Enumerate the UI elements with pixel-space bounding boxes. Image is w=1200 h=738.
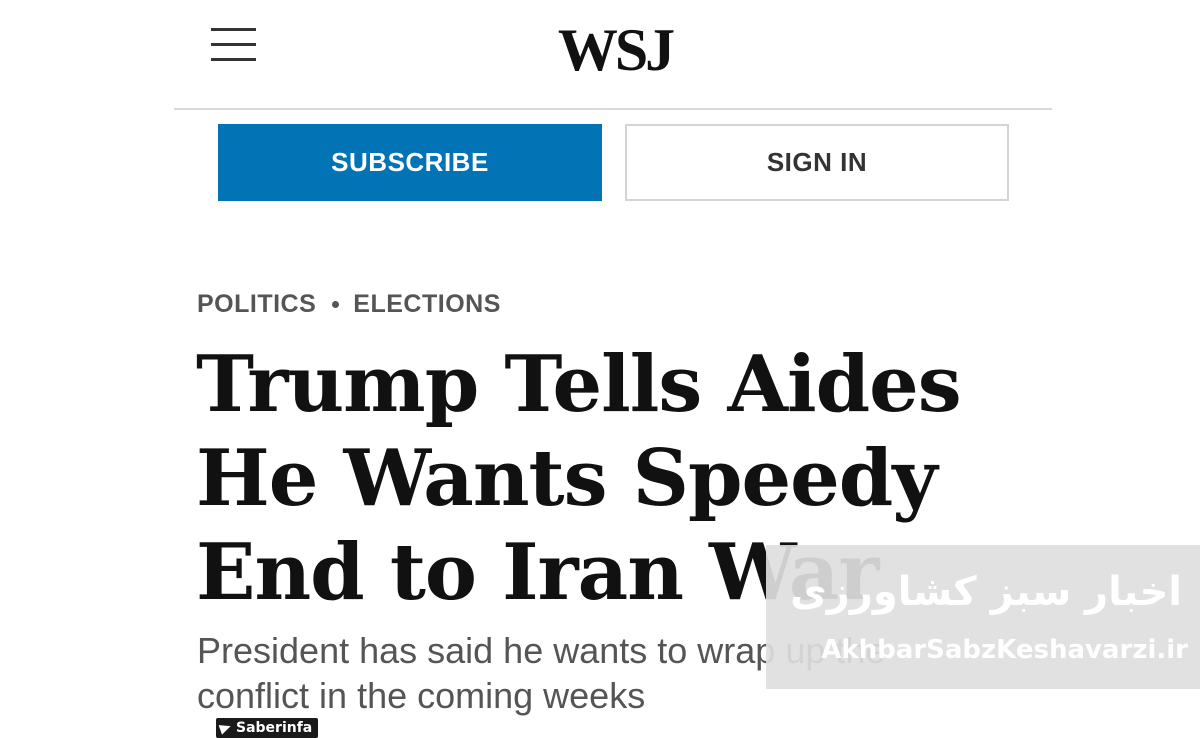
telegram-icon xyxy=(218,721,233,735)
subscribe-button[interactable]: SUBSCRIBE xyxy=(218,124,602,201)
hamburger-menu-icon[interactable] xyxy=(208,24,258,66)
channel-tag-label: Saberinfa xyxy=(236,720,313,736)
breadcrumb-elections[interactable]: ELECTIONS xyxy=(353,290,501,319)
wsj-logo[interactable]: WSJ xyxy=(540,12,690,88)
menu-bar xyxy=(211,28,256,31)
watermark-overlay: اخبار سبز کشاورزی AkhbarSabzKeshavarzi.i… xyxy=(766,545,1200,689)
menu-bar xyxy=(211,58,256,61)
breadcrumb-politics[interactable]: POLITICS xyxy=(197,290,316,319)
menu-bar xyxy=(211,43,256,46)
watermark-title: اخبار سبز کشاورزی xyxy=(790,569,1182,615)
breadcrumb: POLITICS ELECTIONS xyxy=(197,286,501,322)
headline-line: He Wants Speedy xyxy=(196,433,938,524)
channel-tag: Saberinfa xyxy=(216,718,319,738)
header-divider xyxy=(174,108,1052,110)
breadcrumb-separator xyxy=(332,300,340,308)
article-page: WSJ SUBSCRIBE SIGN IN POLITICS ELECTIONS… xyxy=(0,0,1200,738)
watermark-url: AkhbarSabzKeshavarzi.ir xyxy=(821,635,1188,665)
headline-line: Trump Tells Aides xyxy=(196,339,962,430)
sign-in-button[interactable]: SIGN IN xyxy=(625,124,1009,201)
